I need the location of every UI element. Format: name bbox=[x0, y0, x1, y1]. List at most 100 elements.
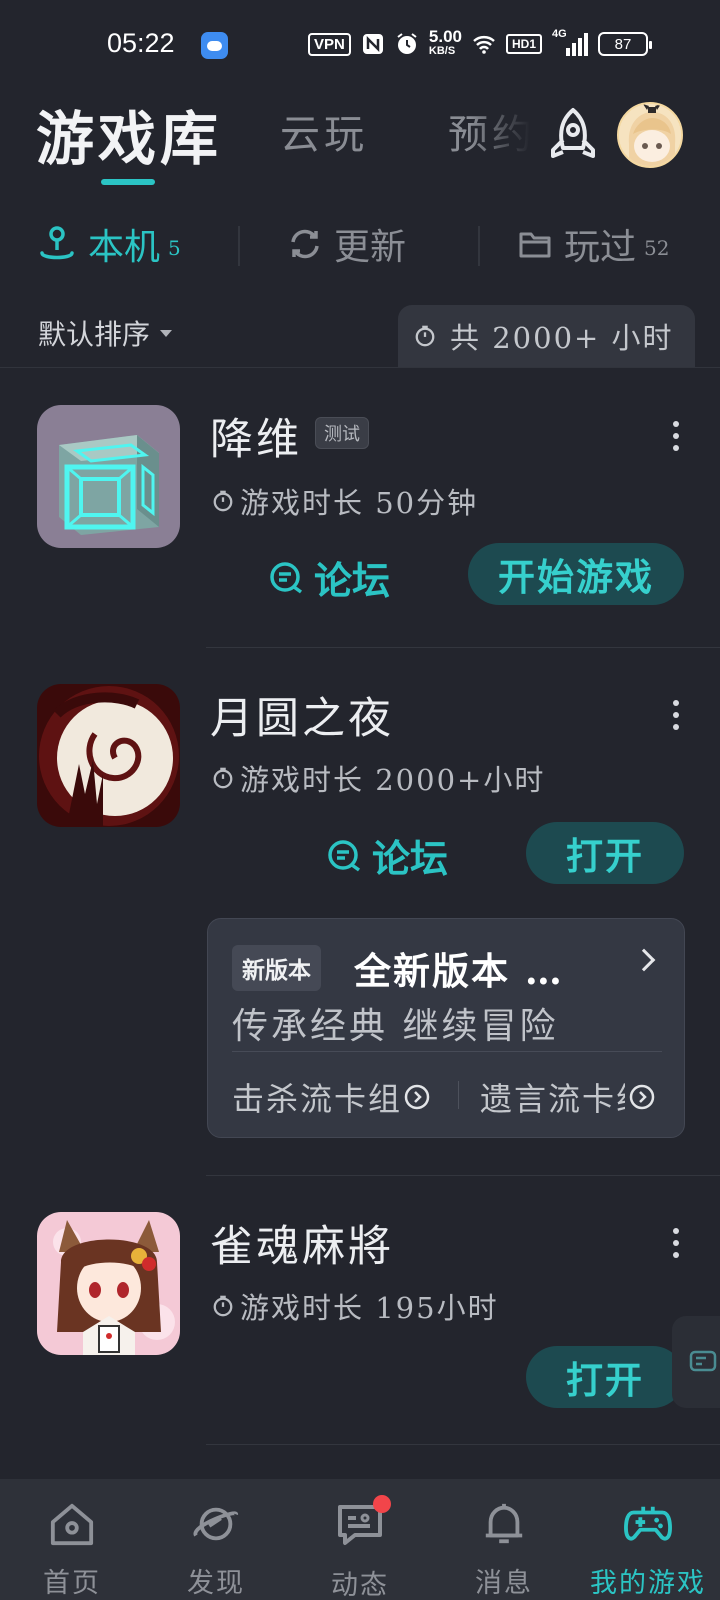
divider bbox=[206, 1444, 720, 1445]
forum-label: 论坛 bbox=[372, 836, 449, 881]
game-icon[interactable] bbox=[37, 1212, 180, 1355]
refresh-icon bbox=[291, 229, 319, 259]
nav-my-games[interactable]: 我的游戏 bbox=[576, 1479, 720, 1600]
network-speed: 5.00 KB/S bbox=[428, 27, 462, 57]
bottom-nav: 首页 发现 动态 消息 我的游戏 bbox=[0, 1479, 720, 1600]
nav-messages-label: 消息 bbox=[475, 1568, 533, 1599]
divider bbox=[206, 647, 720, 648]
timer-icon bbox=[213, 1295, 233, 1317]
subtab-played[interactable]: 玩过 52 bbox=[518, 218, 669, 270]
forum-label: 论坛 bbox=[314, 558, 391, 603]
message-icon bbox=[335, 1495, 391, 1549]
forum-button[interactable]: 论坛 bbox=[326, 828, 448, 883]
game-icon[interactable] bbox=[37, 684, 180, 827]
forum-icon bbox=[270, 561, 303, 593]
update-link-label: 击杀流卡组 bbox=[232, 1080, 400, 1118]
nfc-icon bbox=[362, 34, 383, 54]
hd-icon: HD1 bbox=[505, 34, 542, 54]
chevron-right-icon[interactable] bbox=[632, 948, 656, 972]
subtab-local[interactable]: 本机 5 bbox=[38, 218, 181, 270]
circle-arrow-icon bbox=[629, 1084, 655, 1110]
caret-down-icon bbox=[160, 329, 173, 337]
game-playtime: 游戏时长 195小时 bbox=[212, 1285, 499, 1327]
signal-icon: 4G bbox=[552, 28, 588, 56]
app-notification-icon bbox=[201, 32, 228, 59]
timer-icon bbox=[213, 490, 233, 512]
forum-button[interactable]: 论坛 bbox=[268, 550, 390, 605]
nav-messages[interactable]: 消息 bbox=[432, 1479, 576, 1600]
forum-icon bbox=[328, 839, 361, 871]
new-version-badge: 新版本 bbox=[232, 945, 321, 991]
divider bbox=[0, 367, 720, 368]
divider bbox=[238, 226, 240, 266]
test-tag: 测试 bbox=[315, 417, 369, 449]
gamepad-icon bbox=[624, 1506, 672, 1541]
update-link-label: 遗言流卡组 bbox=[480, 1080, 625, 1118]
update-link[interactable]: 遗言流卡组 bbox=[480, 1074, 655, 1120]
nav-discover[interactable]: 发现 bbox=[144, 1479, 288, 1600]
update-link[interactable]: 击杀流卡组 bbox=[232, 1074, 430, 1120]
sub-tabs: 本机 5 更新 玩过 52 bbox=[0, 218, 720, 274]
update-title: 全新版本 … bbox=[354, 949, 564, 993]
tab-game-library[interactable]: 游戏库 bbox=[36, 92, 222, 176]
nav-home-label: 首页 bbox=[43, 1568, 101, 1599]
timer-icon bbox=[415, 325, 435, 347]
status-icons: VPN 5.00 KB/S HD1 4G 87 bbox=[308, 27, 652, 58]
divider bbox=[206, 1175, 720, 1176]
open-button[interactable]: 打开 bbox=[526, 1346, 684, 1408]
planet-icon bbox=[193, 1507, 239, 1541]
circle-arrow-icon bbox=[404, 1084, 430, 1110]
home-icon bbox=[50, 1503, 94, 1546]
nav-my-games-label: 我的游戏 bbox=[590, 1568, 706, 1599]
status-time: 05:22 bbox=[107, 28, 175, 58]
timer-icon bbox=[213, 767, 233, 789]
subtab-update-label: 更新 bbox=[334, 227, 407, 268]
subtab-update[interactable]: 更新 bbox=[288, 218, 406, 270]
joystick-icon bbox=[40, 226, 74, 260]
notification-dot bbox=[373, 1495, 391, 1513]
alarm-icon bbox=[397, 33, 417, 54]
subtab-local-count: 5 bbox=[168, 236, 181, 260]
folder-icon bbox=[519, 232, 551, 258]
nav-feed-label: 动态 bbox=[331, 1570, 389, 1600]
more-options-icon[interactable] bbox=[672, 421, 680, 451]
subtab-played-count: 52 bbox=[644, 236, 670, 260]
update-card[interactable]: 新版本 全新版本 … 传承经典 继续冒险 击杀流卡组 遗言流卡组 bbox=[207, 918, 685, 1138]
nav-feed[interactable]: 动态 bbox=[288, 1479, 432, 1600]
sort-dropdown[interactable]: 默认排序 bbox=[38, 313, 173, 353]
nav-home[interactable]: 首页 bbox=[0, 1479, 144, 1600]
floating-side-tab[interactable] bbox=[672, 1316, 720, 1408]
battery-icon: 87 bbox=[598, 32, 652, 56]
playtime-text: 游戏时长 2000+小时 bbox=[240, 763, 546, 797]
subtab-local-label: 本机 bbox=[88, 227, 161, 268]
wallet-icon bbox=[689, 1350, 717, 1372]
game-playtime: 游戏时长 2000+小时 bbox=[212, 757, 545, 799]
game-name[interactable]: 降维 bbox=[210, 405, 302, 467]
more-options-icon[interactable] bbox=[672, 700, 680, 730]
game-name[interactable]: 雀魂麻將 bbox=[210, 1212, 394, 1274]
more-options-icon[interactable] bbox=[672, 1228, 680, 1258]
playtime-text: 游戏时长 195小时 bbox=[240, 1291, 499, 1325]
game-playtime: 游戏时长 50分钟 bbox=[212, 480, 478, 522]
subtab-played-label: 玩过 bbox=[564, 227, 637, 268]
playtime-text: 游戏时长 50分钟 bbox=[240, 486, 479, 520]
game-icon[interactable] bbox=[37, 405, 180, 548]
sort-label: 默认排序 bbox=[38, 318, 151, 351]
status-bar: 05:22 VPN 5.00 KB/S HD1 4G 87 bbox=[0, 0, 720, 92]
total-playtime-text: 共 2000+ 小时 bbox=[450, 321, 674, 355]
tab-cloud-play[interactable]: 云玩 bbox=[280, 102, 368, 160]
header: 游戏库 云玩 预约 bbox=[0, 92, 720, 202]
vpn-icon: VPN bbox=[308, 32, 351, 56]
divider bbox=[478, 226, 480, 266]
game-name[interactable]: 月圆之夜 bbox=[210, 684, 394, 746]
bell-icon bbox=[485, 1503, 523, 1544]
start-game-button[interactable]: 开始游戏 bbox=[468, 543, 684, 605]
tab-fade bbox=[470, 92, 530, 182]
open-button[interactable]: 打开 bbox=[526, 822, 684, 884]
user-avatar[interactable] bbox=[617, 102, 683, 168]
rocket-icon[interactable] bbox=[545, 106, 601, 164]
nav-discover-label: 发现 bbox=[187, 1568, 245, 1599]
wifi-icon bbox=[473, 36, 495, 54]
tab-indicator bbox=[101, 179, 155, 185]
total-playtime: 共 2000+ 小时 bbox=[398, 305, 695, 367]
